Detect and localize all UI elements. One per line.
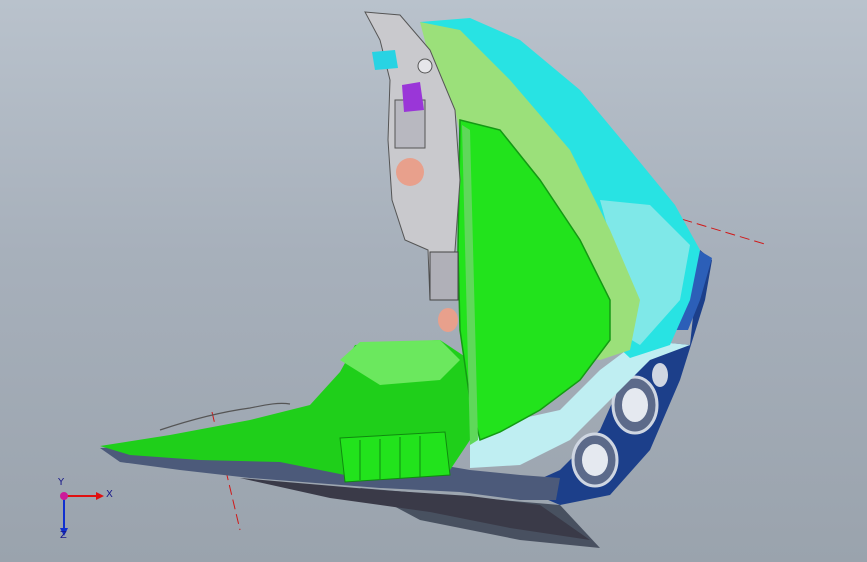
triad-origin [60, 492, 68, 500]
grommet-lower [438, 308, 458, 332]
3d-viewport[interactable]: X Y Z [0, 0, 867, 562]
pivot-bolt [417, 58, 433, 74]
triad-z-label: Z [60, 530, 67, 541]
bracket-plate-lower [429, 251, 459, 301]
triad-x-label: X [106, 489, 113, 500]
bracket-block[interactable] [339, 431, 451, 483]
cyan-clip[interactable] [372, 50, 398, 70]
triad-y-label: Y [58, 477, 65, 488]
grommet-upper [396, 158, 424, 186]
cad-model-scene[interactable] [0, 0, 867, 562]
x-axis-arrow [96, 492, 104, 500]
